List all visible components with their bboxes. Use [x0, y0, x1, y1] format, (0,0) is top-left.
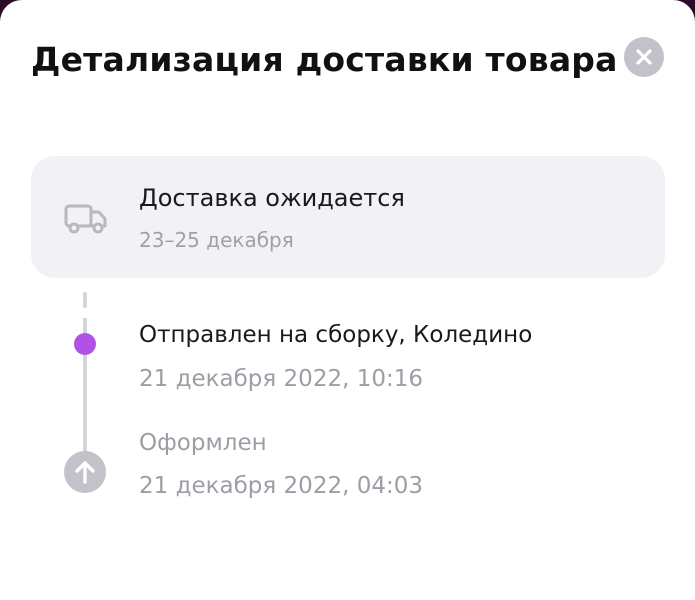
- timeline-step-date: 21 декабря 2022, 10:16: [139, 366, 423, 392]
- close-button[interactable]: [624, 37, 664, 77]
- timeline-step-date: 21 декабря 2022, 04:03: [139, 473, 423, 499]
- close-icon: [636, 49, 652, 65]
- expected-delivery-card: Доставка ожидается 23–25 декабря: [31, 156, 665, 278]
- expected-delivery-dates: 23–25 декабря: [139, 228, 294, 252]
- timeline-step-title: Оформлен: [139, 430, 267, 456]
- sheet-title: Детализация доставки товара: [31, 40, 618, 79]
- delivery-details-sheet: Детализация доставки товара Доставка ожи…: [0, 0, 695, 600]
- timeline-dot-active: [74, 333, 96, 355]
- timeline-track: [64, 292, 106, 493]
- expected-delivery-title: Доставка ожидается: [139, 184, 405, 212]
- truck-icon: [64, 204, 107, 234]
- timeline-step-title: Отправлен на сборку, Коледино: [139, 322, 533, 348]
- arrow-up-icon: [64, 451, 106, 493]
